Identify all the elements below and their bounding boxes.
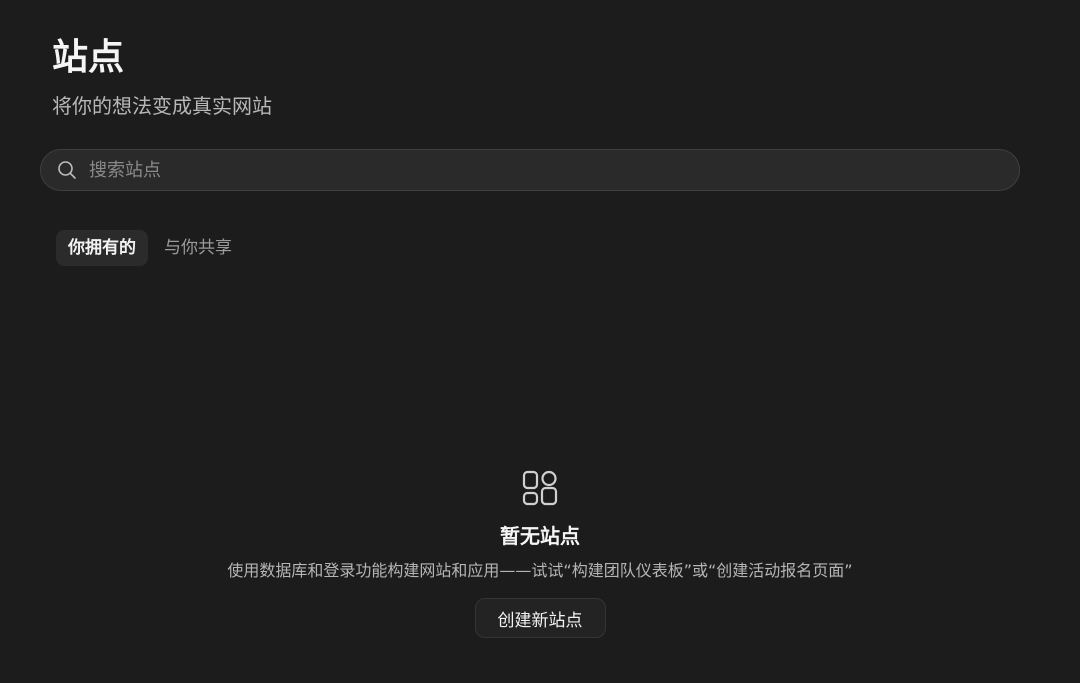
tab-shared[interactable]: 与你共享 (152, 230, 244, 266)
empty-state-title: 暂无站点 (500, 524, 580, 548)
page-subtitle: 将你的想法变成真实网站 (52, 94, 272, 118)
sites-page: 站点 将你的想法变成真实网站 你拥有的 与你共享 暂无站点 使用数据库和登录功能… (0, 0, 1080, 683)
tab-bar: 你拥有的 与你共享 (56, 230, 244, 266)
page-title: 站点 (52, 37, 125, 78)
empty-state: 暂无站点 使用数据库和登录功能构建网站和应用——试试“构建团队仪表板”或“创建活… (0, 468, 1080, 638)
search-icon (57, 160, 77, 180)
sites-grid-icon (520, 468, 560, 508)
tab-owned[interactable]: 你拥有的 (56, 230, 148, 266)
create-site-button[interactable]: 创建新站点 (474, 598, 606, 638)
empty-state-description: 使用数据库和登录功能构建网站和应用——试试“构建团队仪表板”或“创建活动报名页面… (227, 561, 853, 580)
search-box[interactable] (40, 149, 1020, 191)
search-input[interactable] (89, 150, 1019, 190)
